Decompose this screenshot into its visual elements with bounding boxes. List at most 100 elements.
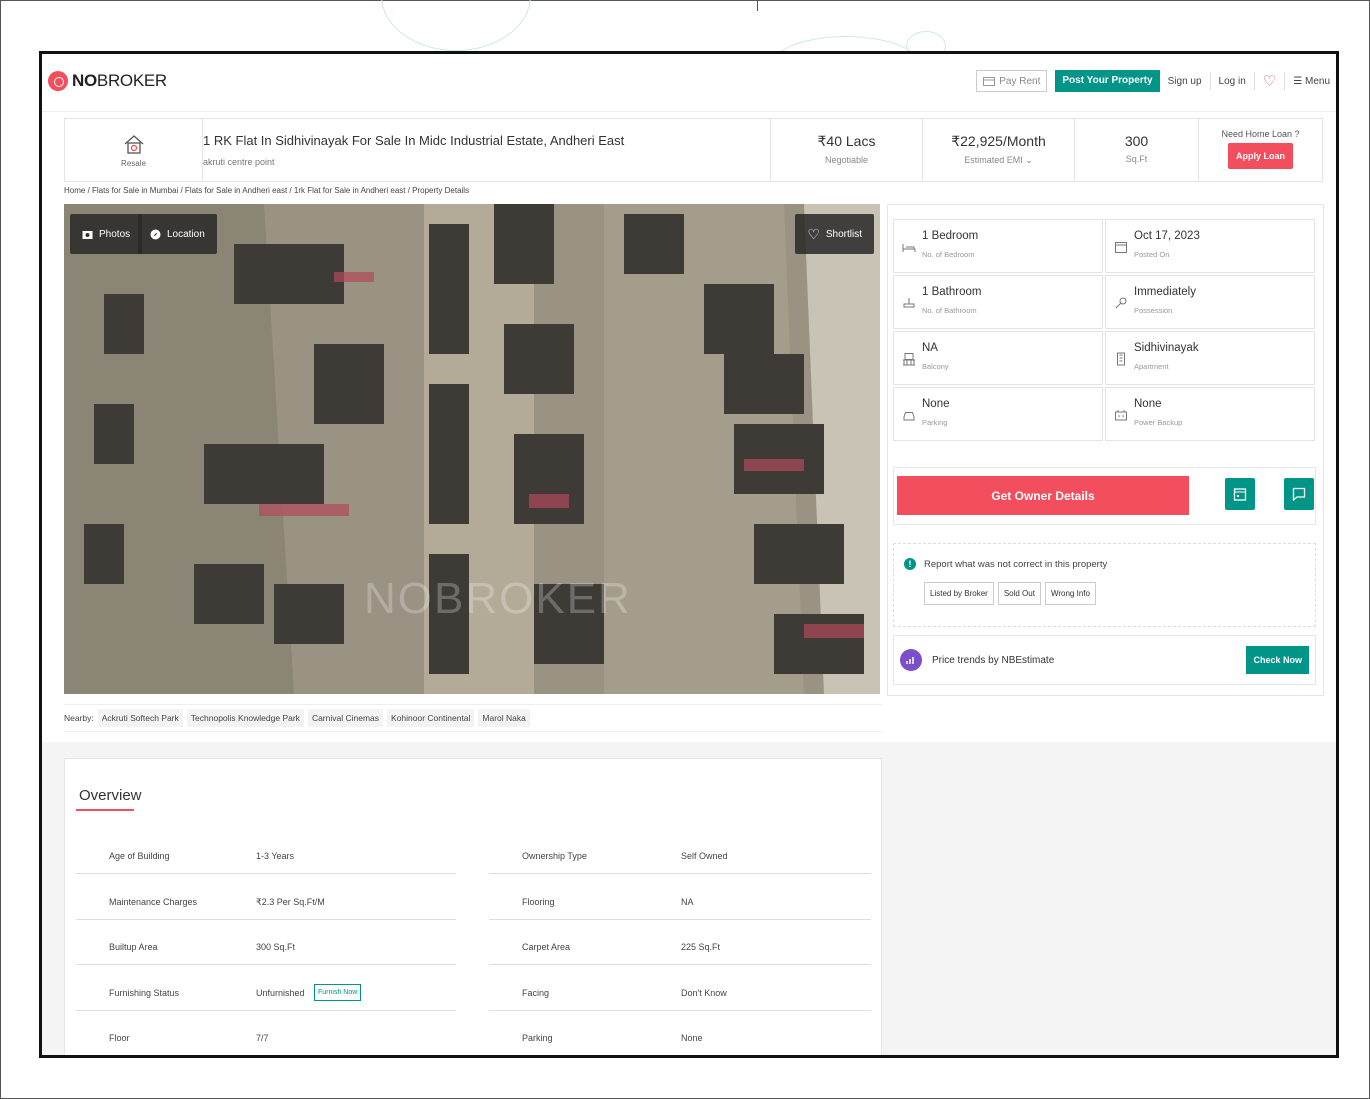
nearby-place-chip[interactable]: Ackruti Softech Park: [97, 709, 183, 727]
location-label: Location: [167, 228, 205, 240]
home-loan-cell: Need Home Loan ? Apply Loan: [1198, 119, 1322, 181]
pay-rent-button[interactable]: Pay Rent: [976, 70, 1048, 92]
nearby-bar: Nearby: Ackruti Softech Park Technopolis…: [64, 704, 882, 732]
detail-label: Parking: [922, 418, 948, 427]
property-title-block: 1 RK Flat In Sidhivinayak For Sale In Mi…: [203, 119, 770, 181]
detail-value: None: [922, 398, 950, 410]
breadcrumb[interactable]: Home / Flats for Sale in Mumbai / Flats …: [64, 186, 469, 195]
nearby-place-chip[interactable]: Marol Naka: [478, 709, 530, 727]
report-title: Report what was not correct in this prop…: [924, 558, 1108, 570]
detail-label: Balcony: [922, 362, 949, 371]
chat-button[interactable]: [1284, 478, 1314, 510]
price-value: ₹40 Lacs: [817, 133, 876, 149]
detail-label: Possession: [1134, 306, 1173, 315]
wrong-info-button[interactable]: Wrong Info: [1044, 582, 1096, 605]
detail-value: NA: [922, 342, 938, 354]
property-title: 1 RK Flat In Sidhivinayak For Sale In Mi…: [203, 133, 625, 148]
property-details-panel: 1 Bedroom No. of Bedroom Oct 17, 2023 Post…: [887, 204, 1324, 696]
calendar-icon: [1115, 242, 1127, 253]
nobroker-logo[interactable]: NOBROKER: [48, 71, 167, 91]
nearby-place-chip[interactable]: Technopolis Knowledge Park: [186, 709, 304, 727]
key-icon: [1115, 297, 1127, 309]
hamburger-icon: ☰: [1293, 75, 1305, 87]
emi-cell[interactable]: ₹22,925/Month Estimated EMI ⌄: [922, 119, 1074, 181]
heart-icon: ♡: [807, 225, 820, 242]
overview-value: 7/7: [256, 1033, 269, 1043]
balcony-icon: [903, 353, 915, 366]
overview-value: NA: [681, 897, 694, 907]
detail-bathroom: 1 Bathroom No. of Bathroom: [893, 275, 1103, 329]
get-owner-details-button[interactable]: Get Owner Details: [897, 476, 1189, 515]
detail-label: Power Backup: [1134, 418, 1183, 427]
compass-icon: [150, 229, 161, 239]
apply-loan-button[interactable]: Apply Loan: [1228, 143, 1293, 169]
emi-note: Estimated EMI ⌄: [964, 155, 1033, 165]
chart-icon: [900, 649, 922, 671]
shortlist-label: Shortlist: [825, 228, 862, 240]
report-heading: ! Report what was not correct in this pr…: [904, 558, 1305, 570]
background-decoration: [381, 0, 531, 51]
detail-value: 1 Bedroom: [922, 230, 979, 242]
detail-balcony: NA Balcony: [893, 331, 1103, 385]
post-property-button[interactable]: Post Your Property: [1055, 70, 1160, 92]
car-icon: [903, 412, 915, 421]
overview-underline: [76, 809, 134, 811]
overview-section: Overview Age of Building 1-3 Years Maint…: [64, 758, 882, 1055]
photos-button[interactable]: Photos: [70, 214, 143, 254]
calendar-icon: [1233, 488, 1247, 501]
report-box: ! Report what was not correct in this pr…: [893, 543, 1316, 627]
area-value: 300: [1124, 133, 1149, 149]
detail-posted-on: Oct 17, 2023 Posted On: [1105, 219, 1315, 273]
overview-value: Unfurnished: [256, 988, 305, 998]
check-now-button[interactable]: Check Now: [1246, 646, 1309, 674]
owner-actions: Get Owner Details: [893, 467, 1316, 525]
nearby-place-chip[interactable]: Kohinoor Continental: [387, 709, 475, 727]
details-grid: 1 Bedroom No. of Bedroom Oct 17, 2023 Post…: [893, 219, 1315, 441]
chat-icon: [1292, 487, 1306, 501]
overview-row: Carpet Area 225 Sq.Ft: [489, 920, 871, 965]
overview-key: Floor: [109, 1033, 130, 1043]
shortlist-button[interactable]: ♡ Shortlist: [795, 214, 874, 254]
property-photo[interactable]: Photos Location ♡ Shortlist NOBROKER: [64, 204, 880, 694]
detail-value: 1 Bathroom: [922, 286, 982, 298]
logo-bold-text: NO: [72, 71, 97, 90]
detail-label: No. of Bedroom: [922, 250, 975, 259]
overview-value: 300 Sq.Ft: [256, 942, 296, 952]
overview-value: 1-3 Years: [256, 851, 295, 861]
property-summary-strip: Resale 1 RK Flat In Sidhivinayak For Sal…: [64, 118, 1323, 182]
detail-label: Posted On: [1134, 250, 1170, 259]
detail-parking: None Parking: [893, 387, 1103, 441]
overview-value: ₹2.3 Per Sq.Ft/M: [256, 897, 325, 907]
overview-value: Self Owned: [681, 851, 728, 861]
detail-apartment: Sidhivinayak Apartment: [1105, 331, 1315, 385]
detail-value: Oct 17, 2023: [1134, 230, 1200, 242]
bed-icon: [902, 244, 916, 252]
heart-icon[interactable]: ♡: [1263, 72, 1276, 90]
overview-row: Furnishing Status Unfurnished Furnish No…: [76, 966, 456, 1011]
price-trends-title: Price trends by NBEstimate: [932, 654, 1055, 666]
building-icon: [1117, 352, 1125, 366]
photos-label: Photos: [99, 228, 131, 240]
furnish-now-button[interactable]: Furnish Now: [314, 984, 362, 1001]
header-actions: Pay Rent Post Your Property Sign up Log …: [976, 70, 1330, 92]
overview-row: Ownership Type Self Owned: [489, 829, 871, 874]
menu-button[interactable]: ☰ Menu: [1293, 76, 1330, 87]
price-note: Negotiable: [824, 155, 869, 165]
sign-up-link[interactable]: Sign up: [1168, 76, 1202, 87]
schedule-visit-button[interactable]: [1225, 478, 1255, 510]
divider: [1253, 72, 1255, 90]
location-button[interactable]: Location: [138, 214, 217, 254]
area-unit: Sq.Ft: [1125, 154, 1148, 164]
sold-out-button[interactable]: Sold Out: [997, 582, 1041, 605]
log-in-link[interactable]: Log in: [1219, 76, 1246, 87]
property-subtitle: akruti centre point: [203, 157, 275, 167]
listed-by-broker-button[interactable]: Listed by Broker: [924, 582, 994, 605]
divider: [1209, 72, 1211, 90]
nearby-place-chip[interactable]: Carnival Cinemas: [307, 709, 384, 727]
detail-label: No. of Bathroom: [922, 306, 977, 315]
nearby-label: Nearby:: [64, 713, 94, 723]
detail-possession: Immediately Possession: [1105, 275, 1315, 329]
overview-row: Flooring NA: [489, 875, 871, 920]
house-icon: [124, 134, 143, 154]
overview-key: Facing: [522, 988, 550, 998]
